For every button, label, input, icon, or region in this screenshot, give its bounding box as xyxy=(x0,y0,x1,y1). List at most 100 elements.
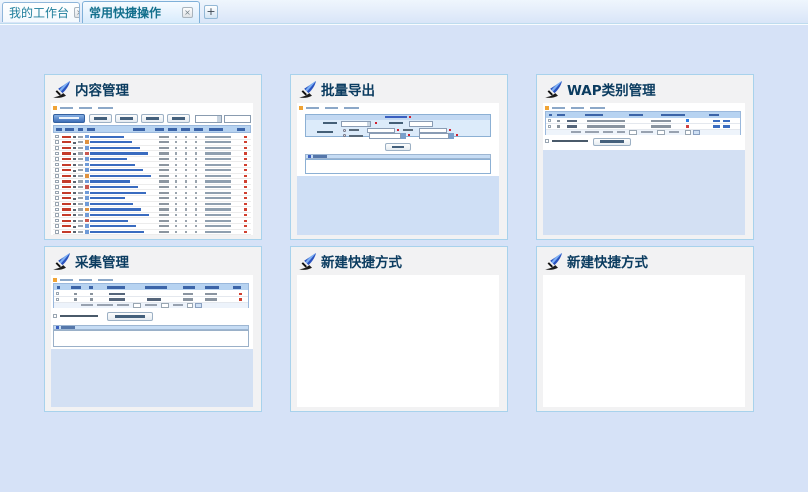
panel-thumbnail[interactable] xyxy=(51,103,253,235)
thumbnail-detail xyxy=(389,122,403,124)
thumbnail-detail xyxy=(145,304,157,306)
thumbnail-detail xyxy=(107,286,125,289)
thumbnail-detail xyxy=(73,214,76,216)
tab-quick-actions[interactable]: 常用快捷操作 × xyxy=(82,1,200,23)
shortcut-panel-new-shortcut-1[interactable]: 新建快捷方式 xyxy=(290,246,508,412)
thumbnail-detail xyxy=(78,220,83,222)
tab-my-workspace[interactable]: 我的工作台 × xyxy=(2,2,80,22)
thumbnail-detail xyxy=(133,128,145,131)
thumbnail-detail xyxy=(159,186,169,188)
panel-thumbnail[interactable] xyxy=(51,275,253,407)
thumbnail-detail xyxy=(71,286,81,289)
thumbnail-detail xyxy=(175,136,177,138)
thumbnail-detail xyxy=(449,129,451,131)
thumbnail-detail xyxy=(175,152,177,154)
thumbnail-detail xyxy=(73,181,76,183)
thumbnail-detail xyxy=(183,298,193,300)
tab-close-icon[interactable]: × xyxy=(74,7,80,18)
panel-title: WAP类别管理 xyxy=(567,79,656,99)
thumbnail-detail xyxy=(173,304,183,306)
thumbnail-detail xyxy=(244,231,247,233)
thumbnail-detail xyxy=(552,107,565,109)
thumbnail-detail xyxy=(185,208,187,210)
thumbnail-detail xyxy=(133,303,141,308)
thumbnail-detail xyxy=(56,292,59,295)
thumbnail-detail xyxy=(181,128,190,131)
thumbnail-detail xyxy=(55,157,59,161)
thumbnail-detail xyxy=(161,303,169,308)
thumbnail-detail xyxy=(53,161,251,162)
shortcut-panel-collection-management[interactable]: 采集管理 xyxy=(44,246,262,412)
shortcut-panel-content-management[interactable]: 内容管理 xyxy=(44,74,262,240)
thumbnail-detail xyxy=(159,141,169,143)
thumbnail-detail xyxy=(175,175,177,177)
thumbnail-detail xyxy=(205,220,231,222)
thumbnail-detail xyxy=(244,152,247,154)
thumbnail-detail xyxy=(205,141,231,143)
shortcut-panel-batch-export[interactable]: 批量导出 xyxy=(290,74,508,240)
thumbnail-detail xyxy=(90,136,124,138)
panel-thumbnail[interactable] xyxy=(297,103,499,235)
thumbnail-detail xyxy=(55,163,59,167)
thumbnail-detail xyxy=(85,219,89,223)
thumbnail-detail xyxy=(62,180,71,182)
thumbnail-detail xyxy=(155,128,164,131)
thumbnail-detail xyxy=(73,164,76,166)
thumbnail-detail xyxy=(73,136,76,138)
panel-thumbnail[interactable] xyxy=(543,103,745,235)
thumbnail-detail xyxy=(62,152,71,154)
thumbnail-detail xyxy=(55,168,59,172)
tab-label: 常用快捷操作 xyxy=(89,4,161,21)
thumbnail-detail xyxy=(78,158,83,160)
thumbnail-detail xyxy=(53,212,251,213)
thumbnail-detail xyxy=(661,114,685,117)
thumbnail-detail xyxy=(78,180,83,182)
thumbnail-detail xyxy=(233,286,241,289)
thumbnail-detail xyxy=(55,202,59,206)
thumbnail-detail xyxy=(244,158,247,160)
thumbnail-detail xyxy=(159,169,169,171)
thumbnail-detail xyxy=(549,114,552,117)
panel-title: 批量导出 xyxy=(321,79,375,99)
thumbnail-detail xyxy=(53,156,251,157)
thumbnail-detail xyxy=(343,129,346,132)
thumbnail-detail xyxy=(244,186,247,188)
thumbnail-detail xyxy=(308,155,311,157)
shortcut-panel-wap-category[interactable]: WAP类别管理 xyxy=(536,74,754,240)
thumbnail-detail xyxy=(183,286,195,289)
thumbnail-detail xyxy=(343,134,346,137)
thumbnail-detail xyxy=(53,217,251,218)
thumbnail-detail xyxy=(159,214,169,216)
thumbnail-detail xyxy=(62,147,71,149)
thumbnail-detail xyxy=(62,208,71,210)
thumbnail-detail xyxy=(56,326,59,328)
thumbnail-detail xyxy=(85,202,89,206)
thumbnail-detail xyxy=(90,225,136,227)
thumbnail-detail xyxy=(723,125,730,127)
thumbnail-detail xyxy=(185,203,187,205)
thumbnail-detail xyxy=(109,293,125,295)
panel-thumbnail[interactable] xyxy=(297,275,499,407)
thumbnail-detail xyxy=(557,120,560,122)
thumbnail-detail xyxy=(205,203,231,205)
shortcut-panel-new-shortcut-2[interactable]: 新建快捷方式 xyxy=(536,246,754,412)
thumbnail-detail xyxy=(159,208,169,210)
thumbnail-detail xyxy=(90,158,127,160)
thumbnail-detail xyxy=(205,231,231,233)
thumbnail-detail xyxy=(709,114,719,117)
thumbnail-detail xyxy=(85,152,89,156)
thumbnail-detail xyxy=(78,225,83,227)
thumbnail-detail xyxy=(78,175,83,177)
panel-header: 新建快捷方式 xyxy=(298,251,402,271)
thumbnail-detail xyxy=(159,180,169,182)
thumbnail-detail xyxy=(175,231,177,233)
thumbnail-detail xyxy=(585,131,599,133)
thumbnail-detail xyxy=(90,175,151,177)
thumbnail-detail xyxy=(244,214,247,216)
panel-thumbnail[interactable] xyxy=(543,275,745,407)
thumbnail-detail xyxy=(603,131,613,133)
new-tab-button[interactable]: + xyxy=(204,5,218,19)
tab-close-icon[interactable]: × xyxy=(182,7,193,18)
thumbnail-detail xyxy=(183,293,193,295)
thumbnail-detail xyxy=(159,231,169,233)
